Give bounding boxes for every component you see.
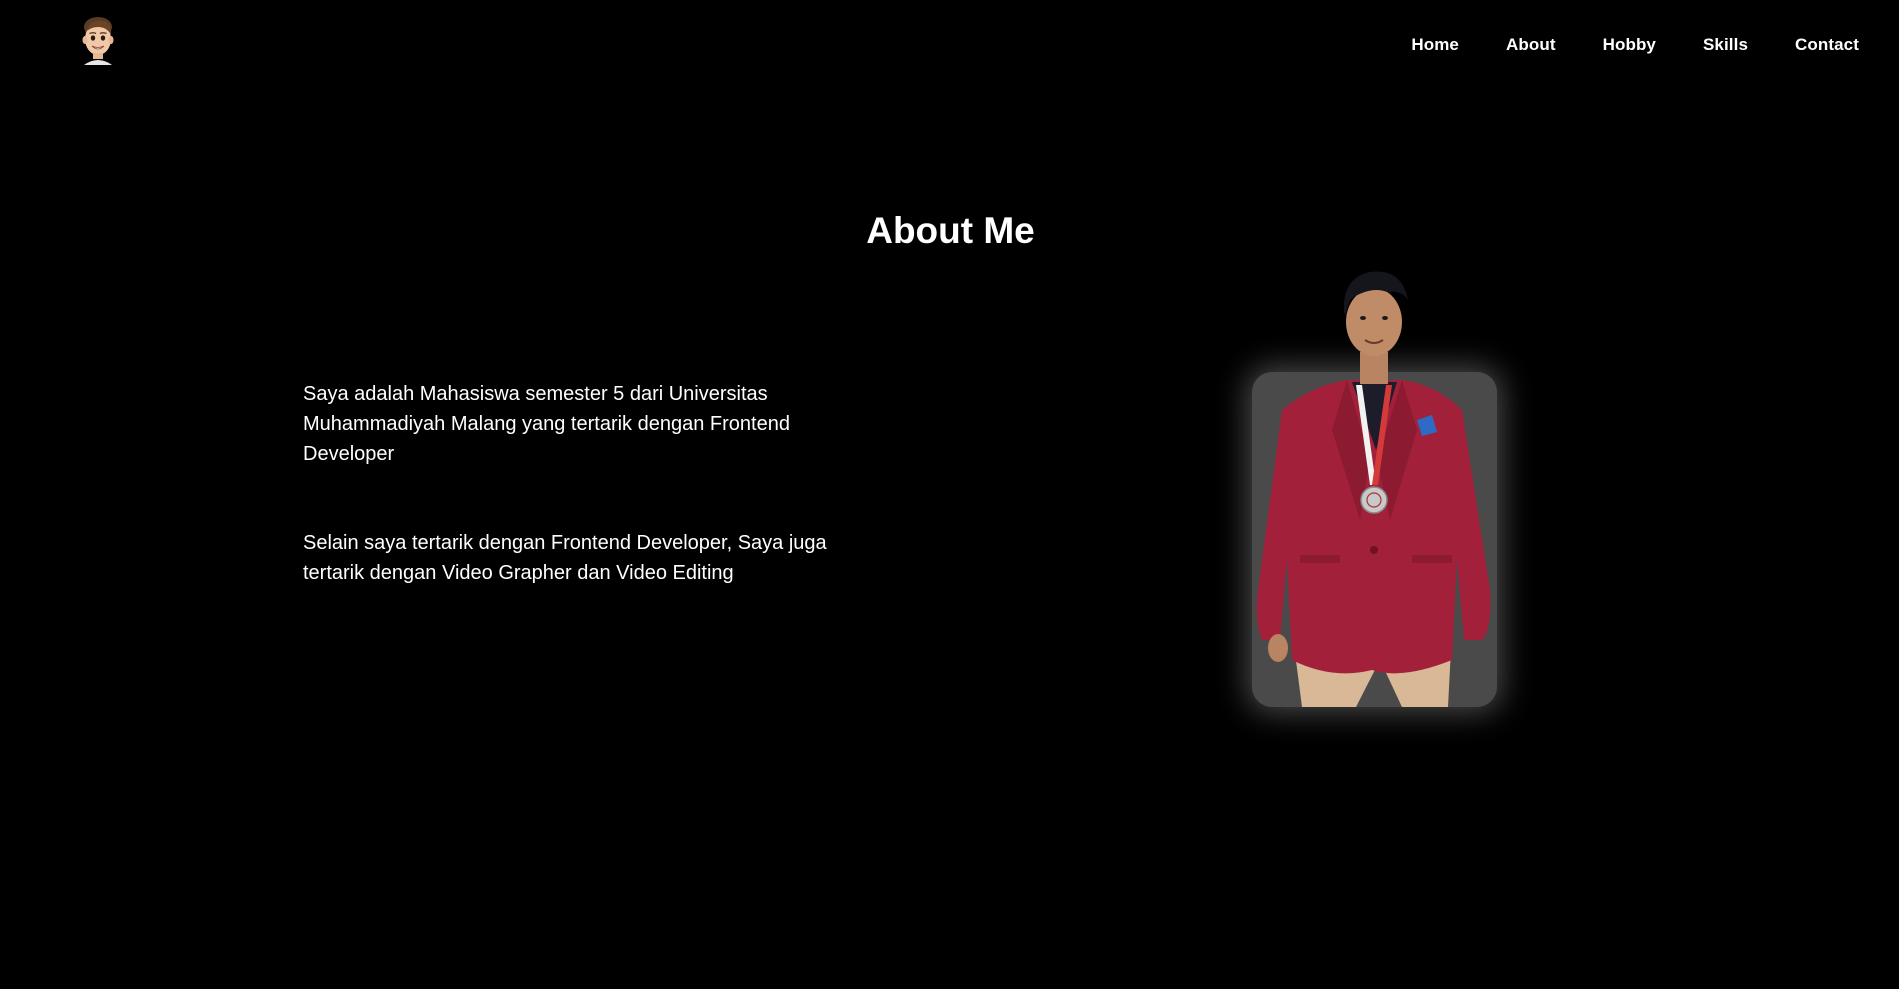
profile-photo: [1256, 271, 1491, 707]
navbar: Home About Hobby Skills Contact: [0, 0, 1899, 86]
nav-link-contact[interactable]: Contact: [1795, 31, 1859, 59]
about-text: Saya adalah Mahasiswa semester 5 dari Un…: [303, 379, 863, 647]
nav-item-about: About: [1506, 31, 1556, 59]
nav-link-skills[interactable]: Skills: [1703, 31, 1748, 59]
memoji-avatar-icon: [82, 17, 114, 65]
nav-item-skills: Skills: [1703, 31, 1748, 59]
section-title-text: About Me: [866, 210, 1035, 251]
about-paragraph-1: Saya adalah Mahasiswa semester 5 dari Un…: [303, 383, 790, 465]
nav-item-hobby: Hobby: [1603, 31, 1656, 59]
nav-link-hobby[interactable]: Hobby: [1603, 31, 1656, 59]
section-title: About Me: [0, 210, 1899, 252]
about-paragraph-2: Selain saya tertarik dengan Frontend Dev…: [303, 532, 827, 584]
nav-link-about[interactable]: About: [1506, 31, 1556, 59]
page: Home About Hobby Skills Contact About Me…: [0, 0, 1899, 989]
nav-menu: Home About Hobby Skills Contact: [1411, 31, 1859, 59]
nav-item-home: Home: [1411, 31, 1459, 59]
logo-avatar-icon[interactable]: [76, 13, 120, 65]
nav-item-contact: Contact: [1795, 31, 1859, 59]
nav-link-home[interactable]: Home: [1411, 31, 1459, 59]
profile-photo-card: [1252, 271, 1497, 707]
